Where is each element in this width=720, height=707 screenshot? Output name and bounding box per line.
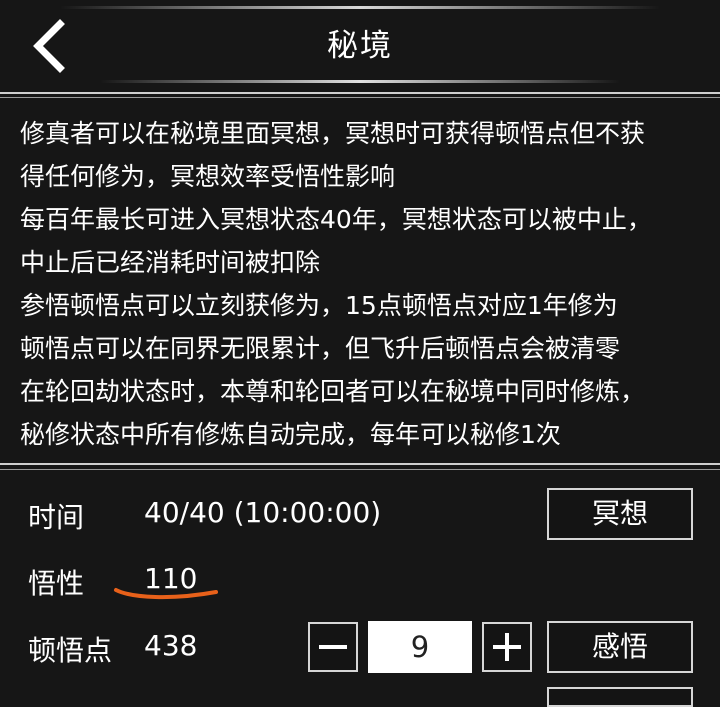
divider <box>0 469 720 470</box>
next-row-button[interactable] <box>547 687 693 707</box>
divider <box>0 92 720 94</box>
header-bar: 秘境 <box>0 0 720 92</box>
page-title: 秘境 <box>327 28 393 64</box>
description-line: 参悟顿悟点可以立刻获修为，15点顿悟点对应1年修为 <box>20 291 618 320</box>
divider <box>0 97 720 98</box>
description-line: 顿悟点可以在同界无限累计，但飞升后顿悟点会被清零 <box>20 334 621 363</box>
insight-label: 顿悟点 <box>28 634 113 667</box>
minus-icon <box>319 645 347 649</box>
time-label: 时间 <box>28 501 85 534</box>
insight-value: 438 <box>144 629 198 662</box>
description-line: 每百年最长可进入冥想状态40年，冥想状态可以被中止， <box>20 205 652 234</box>
header-bottom-ornament <box>100 80 620 83</box>
description-line: 在轮回劫状态时，本尊和轮回者可以在秘境中同时修炼， <box>20 377 646 406</box>
meditate-button[interactable]: 冥想 <box>547 488 693 540</box>
description-text: 修真者可以在秘境里面冥想，冥想时可获得顿悟点但不获 得任何修为，冥想效率受悟性影… <box>20 112 700 456</box>
annotation-underline <box>114 588 218 600</box>
wisdom-label: 悟性 <box>28 567 85 600</box>
header-top-ornament <box>60 6 660 9</box>
description-line: 得任何修为，冥想效率受悟性影响 <box>20 162 396 191</box>
divider <box>0 463 720 465</box>
description-line: 中止后已经消耗时间被扣除 <box>20 248 321 277</box>
description-line: 修真者可以在秘境里面冥想，冥想时可获得顿悟点但不获 <box>20 119 646 148</box>
description-line: 秘修状态中所有修炼自动完成，每年可以秘修1次 <box>20 420 561 449</box>
quantity-input[interactable]: 9 <box>368 621 472 673</box>
comprehend-button[interactable]: 感悟 <box>547 621 693 673</box>
plus-icon <box>493 633 521 661</box>
increase-button[interactable] <box>482 622 532 672</box>
time-value: 40/40 (10:00:00) <box>144 496 382 529</box>
decrease-button[interactable] <box>308 622 358 672</box>
